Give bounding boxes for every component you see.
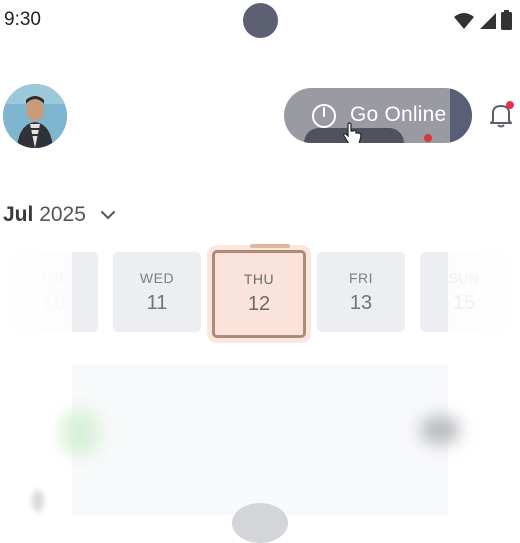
signal-icon bbox=[480, 13, 496, 29]
bell-icon bbox=[490, 101, 514, 128]
profile-photo bbox=[3, 84, 67, 148]
go-online-label: Go Online bbox=[350, 103, 447, 126]
month-name: Jul bbox=[3, 203, 34, 226]
day-number: 13 bbox=[349, 292, 373, 314]
fade-left bbox=[0, 250, 72, 335]
day-card-thu-selected[interactable]: THU 12 bbox=[212, 250, 306, 338]
ghost-dot bbox=[424, 134, 432, 142]
hand-cursor-icon bbox=[343, 122, 362, 143]
battery-icon bbox=[501, 10, 512, 30]
status-icons bbox=[453, 10, 512, 30]
day-strip: TUE 10 WED 11 THU 12 FRI 13 SUN 15 bbox=[0, 250, 520, 338]
fade-right bbox=[448, 250, 520, 335]
blurred-grey-element bbox=[420, 415, 460, 445]
day-name: WED bbox=[139, 270, 175, 286]
notification-badge bbox=[506, 101, 514, 109]
day-card-wed[interactable]: WED 11 bbox=[113, 252, 201, 332]
loading-content-card bbox=[72, 365, 448, 515]
day-number: 12 bbox=[247, 293, 271, 315]
month-label: Jul 2025 bbox=[3, 203, 86, 227]
power-icon bbox=[312, 104, 336, 128]
day-card-fri[interactable]: FRI 13 bbox=[317, 252, 405, 332]
day-name: FRI bbox=[348, 270, 374, 286]
blurred-green-element bbox=[60, 410, 100, 455]
avatar[interactable] bbox=[3, 84, 67, 148]
camera-cutout bbox=[243, 3, 278, 38]
month-selector[interactable]: Jul 2025 bbox=[3, 203, 116, 227]
selected-day-indicator bbox=[250, 244, 290, 248]
notification-bell-button[interactable] bbox=[485, 99, 517, 131]
status-bar: 9:30 bbox=[0, 0, 520, 42]
chevron-down-icon bbox=[100, 211, 115, 220]
day-name: THU bbox=[243, 271, 275, 287]
go-online-button[interactable]: Go Online bbox=[284, 88, 472, 143]
bottom-fab[interactable] bbox=[232, 503, 288, 543]
month-year: 2025 bbox=[39, 203, 86, 226]
day-number: 11 bbox=[146, 292, 168, 314]
status-time: 9:30 bbox=[4, 9, 41, 30]
blurred-left-element bbox=[32, 490, 44, 512]
wifi-icon bbox=[454, 13, 474, 29]
pill-edge bbox=[450, 88, 472, 143]
